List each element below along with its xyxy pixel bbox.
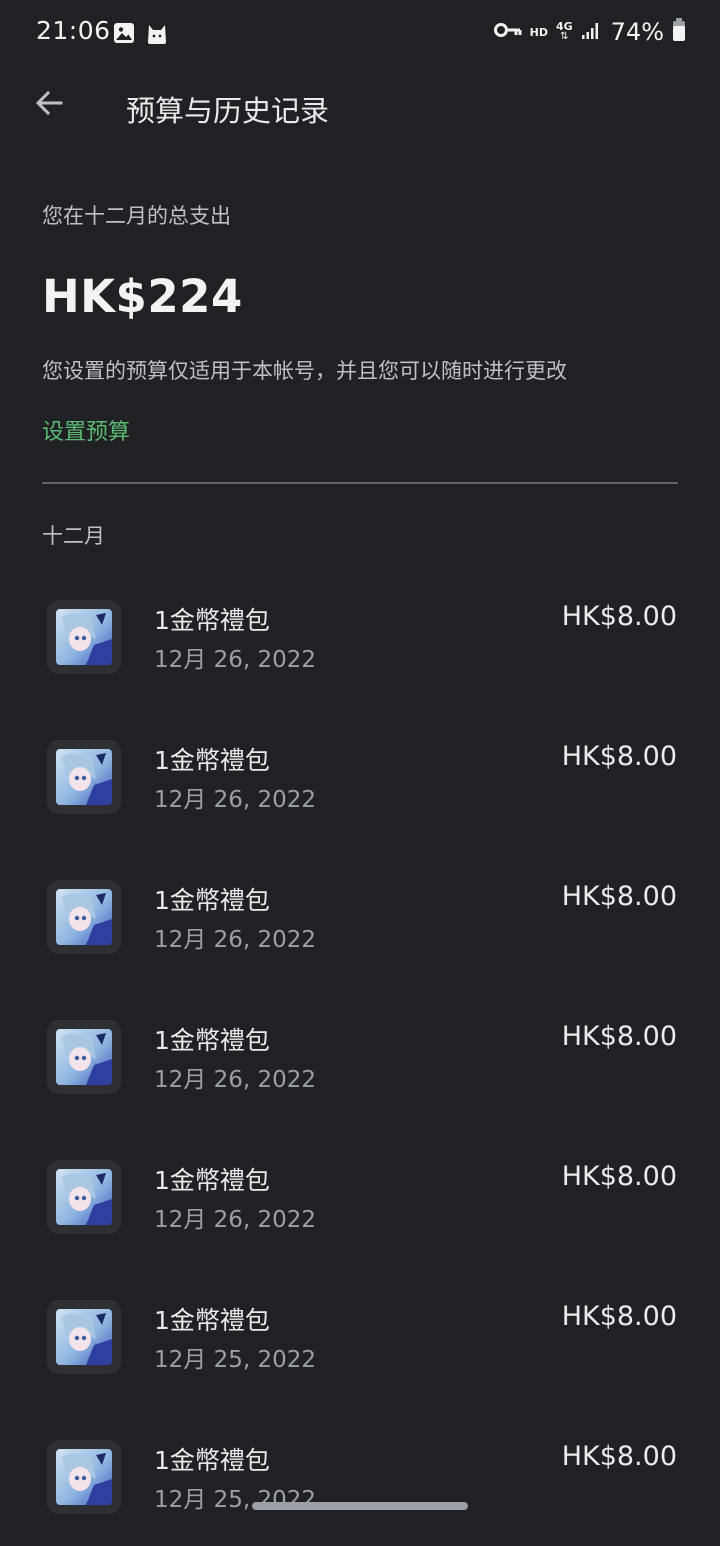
divider [42,482,678,484]
total-spend-label: 您在十二月的总支出 [42,204,231,228]
app-icon [56,749,112,805]
app-thumbnail [47,1160,121,1234]
signal-icon [581,20,601,44]
transaction-date: 12月 26, 2022 [154,1067,316,1093]
app-icon [56,1449,112,1505]
transaction-date: 12月 26, 2022 [154,647,316,673]
data-arrows-icon: ⇅ [560,31,569,42]
transaction-date: 12月 26, 2022 [154,927,316,953]
transaction-row[interactable]: 1金幣禮包 12月 26, 2022 HK$8.00 [0,706,720,846]
gesture-handle[interactable] [252,1502,468,1510]
app-icon [56,609,112,665]
transaction-title: 1金幣禮包 [154,746,270,775]
transaction-price: HK$8.00 [561,1021,677,1052]
arrow-back-icon [34,88,64,122]
month-header: 十二月 [42,524,105,548]
transaction-price: HK$8.00 [561,881,677,912]
hd-indicator: HD [529,25,548,39]
status-bar: 21:06 HD 4G ⇅ 74% [0,0,720,68]
transaction-date: 12月 26, 2022 [154,1207,316,1233]
app-thumbnail [47,1300,121,1374]
transaction-row[interactable]: 1金幣禮包 12月 26, 2022 HK$8.00 [0,846,720,986]
transaction-price: HK$8.00 [561,1301,677,1332]
image-icon [113,22,135,50]
total-spend-amount: HK$224 [42,270,243,323]
status-time: 21:06 [36,16,111,45]
transaction-date: 12月 26, 2022 [154,787,316,813]
app-thumbnail [47,880,121,954]
status-right: HD 4G ⇅ 74% [493,18,686,46]
battery-percent: 74% [610,18,664,46]
network-indicator: 4G ⇅ [556,21,573,42]
set-budget-link[interactable]: 设置预算 [42,414,130,446]
transaction-price: HK$8.00 [561,1441,677,1472]
transaction-row[interactable]: 1金幣禮包 12月 26, 2022 HK$8.00 [0,986,720,1126]
transaction-title: 1金幣禮包 [154,1446,270,1475]
transaction-row[interactable]: 1金幣禮包 12月 25, 2022 HK$8.00 [0,1266,720,1406]
transaction-price: HK$8.00 [561,601,677,632]
app-icon [56,1169,112,1225]
transaction-list: 1金幣禮包 12月 26, 2022 HK$8.00 1金幣禮包 12月 26, 202… [0,566,720,1546]
cat-icon [145,22,169,50]
app-icon [56,889,112,945]
transaction-row[interactable]: 1金幣禮包 12月 26, 2022 HK$8.00 [0,1126,720,1266]
transaction-row[interactable]: 1金幣禮包 12月 26, 2022 HK$8.00 [0,566,720,706]
transaction-title: 1金幣禮包 [154,1026,270,1055]
app-thumbnail [47,740,121,814]
budget-note: 您设置的预算仅适用于本帐号，并且您可以随时进行更改 [42,359,567,383]
transaction-title: 1金幣禮包 [154,1306,270,1335]
notification-icons [113,22,169,50]
transaction-price: HK$8.00 [561,741,677,772]
transaction-title: 1金幣禮包 [154,1166,270,1195]
transaction-title: 1金幣禮包 [154,886,270,915]
app-icon [56,1029,112,1085]
transaction-row[interactable]: 1金幣禮包 12月 25, 2022 HK$8.00 [0,1406,720,1546]
transaction-price: HK$8.00 [561,1161,677,1192]
page-title: 预算与历史记录 [126,94,330,128]
app-thumbnail [47,1020,121,1094]
transaction-date: 12月 25, 2022 [154,1347,316,1373]
app-thumbnail [47,1440,121,1514]
back-button[interactable] [26,82,72,128]
battery-icon [672,18,686,46]
app-bar: 预算与历史记录 [0,68,720,148]
app-thumbnail [47,600,121,674]
transaction-title: 1金幣禮包 [154,606,270,635]
key-icon [493,21,522,43]
app-icon [56,1309,112,1365]
